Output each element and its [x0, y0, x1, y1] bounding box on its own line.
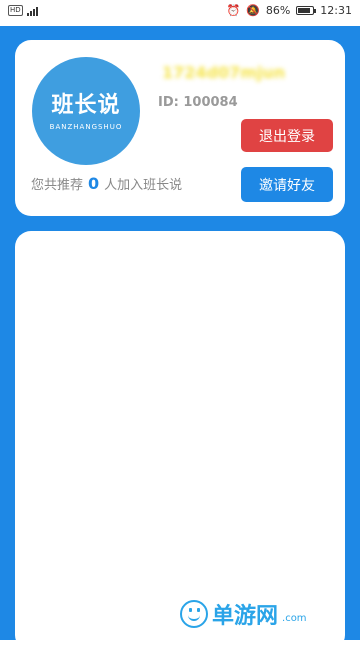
username: 1724d07mjun: [162, 63, 286, 82]
smiley-icon: [180, 600, 208, 628]
alarm-icon: ⏰: [226, 4, 241, 17]
mute-icon: 🔕: [246, 4, 260, 17]
battery-percent: 86%: [265, 4, 291, 17]
profile-card: 班长说 BANZHANGSHUO 1724d07mjun ID: 100084 …: [15, 40, 345, 216]
watermark-text: 单游网: [212, 604, 279, 629]
referral-summary: 您共推荐 0 人加入班长说: [31, 174, 182, 193]
watermark: 单游网 .com: [180, 598, 307, 630]
hd-badge: HD: [8, 5, 23, 16]
invite-friends-button[interactable]: 邀请好友: [241, 167, 333, 202]
battery-icon: [296, 6, 317, 15]
status-bar: HD ⏰ 🔕 86% 12:31: [0, 0, 360, 24]
watermark-suffix: .com: [282, 612, 307, 624]
status-time: 12:31: [320, 4, 352, 17]
user-id: ID: 100084: [158, 95, 238, 110]
app-logo: 班长说 BANZHANGSHUO: [32, 57, 140, 165]
battery-fill: [298, 8, 311, 13]
logo-text: 班长说: [51, 92, 121, 118]
logout-button[interactable]: 退出登录: [241, 119, 333, 152]
signal-icon: [26, 6, 38, 16]
referral-suffix: 人加入班长说: [104, 178, 183, 193]
logo-subtext: BANZHANGSHUO: [49, 123, 123, 131]
status-left: HD: [8, 5, 38, 16]
status-right: ⏰ 🔕 86% 12:31: [226, 4, 352, 17]
referral-count: 0: [88, 174, 100, 193]
content-panel: [15, 231, 345, 651]
referral-prefix: 您共推荐: [31, 178, 84, 193]
